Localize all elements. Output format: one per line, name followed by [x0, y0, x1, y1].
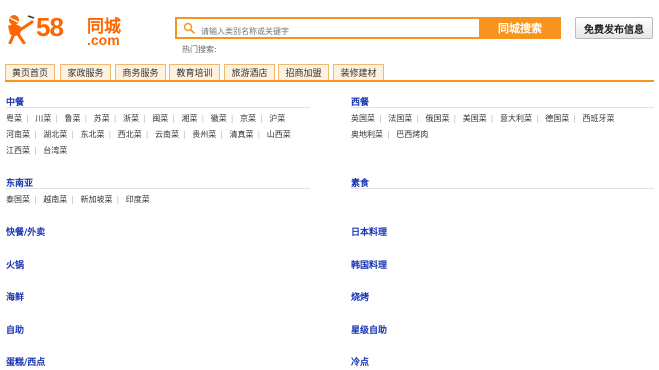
- zhongcan-row3: 江西菜 | 台湾菜: [6, 146, 68, 155]
- list-item[interactable]: 英国菜: [351, 114, 375, 123]
- list-item[interactable]: 新加坡菜: [81, 195, 113, 204]
- list-item[interactable]: 山西菜: [267, 130, 291, 139]
- tab-travel-hotel[interactable]: 旅游酒店: [224, 64, 275, 80]
- tab-education[interactable]: 教育培训: [169, 64, 220, 80]
- list-item[interactable]: 粤菜: [6, 114, 22, 123]
- list-item[interactable]: 俄国菜: [426, 114, 450, 123]
- list-item[interactable]: 贵州菜: [192, 130, 216, 139]
- category-title-hanguo[interactable]: 韩国料理: [351, 258, 387, 271]
- logo-domain: .com: [87, 32, 120, 48]
- list-item[interactable]: 德国菜: [545, 114, 569, 123]
- xican-row1: 英国菜 | 法国菜 | 俄国菜 | 美国菜 | 意大利菜 | 德国菜 | 西班牙菜: [351, 114, 615, 123]
- search-box: [175, 17, 479, 41]
- list-item[interactable]: 越南菜: [43, 195, 67, 204]
- list-item[interactable]: 西北菜: [118, 130, 142, 139]
- category-title-xingji[interactable]: 星级自助: [351, 323, 387, 336]
- divider: [6, 107, 310, 108]
- list-item[interactable]: 京菜: [240, 114, 256, 123]
- list-item[interactable]: 徽菜: [211, 114, 227, 123]
- search-input[interactable]: [177, 22, 479, 41]
- list-item[interactable]: 印度菜: [126, 195, 150, 204]
- list-item[interactable]: 沪菜: [269, 114, 285, 123]
- list-item[interactable]: 云南菜: [155, 130, 179, 139]
- list-item[interactable]: 河南菜: [6, 130, 30, 139]
- list-item[interactable]: 巴西烤肉: [396, 130, 428, 139]
- post-free-info-button[interactable]: 免费发布信息: [575, 17, 653, 39]
- list-item[interactable]: 浙菜: [123, 114, 139, 123]
- category-title-zizhu[interactable]: 自助: [6, 323, 24, 336]
- category-title-kuaican[interactable]: 快餐/外卖: [6, 225, 45, 238]
- list-item[interactable]: 川菜: [35, 114, 51, 123]
- category-title-haixian[interactable]: 海鲜: [6, 290, 24, 303]
- divider: [6, 188, 310, 189]
- list-item[interactable]: 江西菜: [6, 146, 30, 155]
- search-button[interactable]: 同城搜索: [479, 17, 561, 39]
- hot-search-label: 热门搜索:: [182, 45, 217, 54]
- list-item[interactable]: 鲁菜: [65, 114, 81, 123]
- xican-row2: 奥地利菜 | 巴西烤肉: [351, 130, 429, 139]
- list-item[interactable]: 西班牙菜: [583, 114, 615, 123]
- tab-home-services[interactable]: 家政服务: [60, 64, 111, 80]
- tab-yellow-pages-home[interactable]: 黄页首页: [5, 64, 55, 80]
- tab-decoration[interactable]: 装修建材: [333, 64, 384, 80]
- list-item[interactable]: 湘菜: [182, 114, 198, 123]
- search-icon: [183, 22, 195, 34]
- tab-franchise[interactable]: 招商加盟: [278, 64, 329, 80]
- zhongcan-row2: 河南菜 | 湖北菜 | 东北菜 | 西北菜 | 云南菜 | 贵州菜 | 清真菜 | 山西菜: [6, 130, 291, 139]
- list-item[interactable]: 湖北菜: [43, 130, 67, 139]
- category-nav: 黄页首页 家政服务 商务服务 教育培训 旅游酒店 招商加盟 装修建材: [5, 64, 654, 82]
- divider: [351, 188, 654, 189]
- dongnanya-row1: 泰国菜 | 越南菜 | 新加坡菜 | 印度菜: [6, 195, 150, 204]
- list-item[interactable]: 泰国菜: [6, 195, 30, 204]
- list-item[interactable]: 闽菜: [152, 114, 168, 123]
- tab-business-services[interactable]: 商务服务: [115, 64, 166, 80]
- list-item[interactable]: 苏菜: [94, 114, 110, 123]
- list-item[interactable]: 东北菜: [81, 130, 105, 139]
- list-item[interactable]: 台湾菜: [43, 146, 67, 155]
- zhongcan-row1: 粤菜 | 川菜 | 鲁菜 | 苏菜 | 浙菜 | 闽菜 | 湘菜 | 徽菜 | 京菜 | 沪菜: [6, 114, 286, 123]
- category-title-riben[interactable]: 日本料理: [351, 225, 387, 238]
- category-title-lengdian[interactable]: 冷点: [351, 355, 369, 368]
- list-item[interactable]: 清真菜: [230, 130, 254, 139]
- mascot-icon: [8, 15, 35, 44]
- category-title-dangao[interactable]: 蛋糕/西点: [6, 355, 45, 368]
- site-logo[interactable]: 58 同城 .com: [6, 10, 131, 48]
- divider: [351, 107, 654, 108]
- list-item[interactable]: 美国菜: [463, 114, 487, 123]
- list-item[interactable]: 意大利菜: [500, 114, 532, 123]
- list-item[interactable]: 奥地利菜: [351, 130, 383, 139]
- category-title-shaokao[interactable]: 烧烤: [351, 290, 369, 303]
- category-title-huoguo[interactable]: 火锅: [6, 258, 24, 271]
- logo-number: 58: [36, 12, 64, 42]
- list-item[interactable]: 法国菜: [388, 114, 412, 123]
